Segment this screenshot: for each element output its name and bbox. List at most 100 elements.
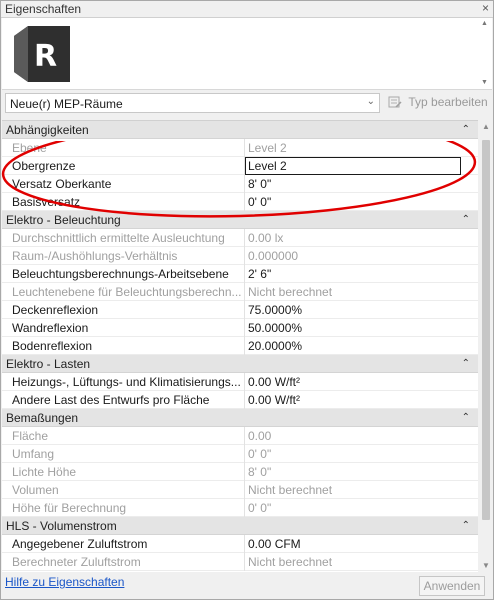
property-row[interactable]: Basisversatz 0' 0" [2, 193, 478, 211]
property-row: Lichte Höhe 8' 0" [2, 463, 478, 481]
property-value[interactable]: 50.0000% [248, 321, 302, 335]
property-value: 0' 0" [248, 501, 272, 515]
property-row: Raum-/Aushöhlungs-Verhältnis 0.000000 [2, 247, 478, 265]
property-value[interactable]: Level 2 [248, 159, 287, 173]
property-row[interactable]: Bodenreflexion 20.0000% [2, 337, 478, 355]
type-dropdown[interactable]: Neue(r) MEP-Räume ⌄ [5, 93, 380, 113]
collapse-icon[interactable]: ⌃ [462, 517, 470, 535]
property-row[interactable]: Obergrenze Level 2 [2, 157, 478, 175]
scroll-up-icon[interactable]: ▲ [481, 20, 488, 27]
property-value: Level 2 [248, 141, 287, 155]
collapse-icon[interactable]: ⌃ [462, 121, 470, 139]
property-value: 0.000000 [248, 249, 299, 263]
edit-type-button[interactable]: Typ bearbeiten [388, 94, 488, 112]
property-row: Berechneter Zuluftstrom Nicht berechnet [2, 553, 478, 571]
property-value[interactable]: 2' 6" [248, 267, 271, 281]
type-preview-scrollbar[interactable]: ▲ ▼ [480, 20, 490, 86]
group-header[interactable]: HLS - Volumenstrom ⌃ [2, 517, 478, 535]
collapse-icon[interactable]: ⌃ [462, 409, 470, 427]
property-row[interactable]: Andere Last des Entwurfs pro Fläche 0.00 … [2, 391, 478, 409]
property-row[interactable]: Deckenreflexion 75.0000% [2, 301, 478, 319]
column-divider [244, 427, 245, 445]
property-name: Bodenreflexion [12, 339, 93, 353]
group-header[interactable]: Elektro - Beleuchtung ⌃ [2, 211, 478, 229]
type-dropdown-value: Neue(r) MEP-Räume [10, 97, 123, 111]
property-row[interactable]: Angegebener Zuluftstrom 0.00 CFM [2, 535, 478, 553]
property-row: Volumen Nicht berechnet [2, 481, 478, 499]
property-name: Wandreflexion [12, 321, 89, 335]
scrollbar-thumb[interactable] [482, 140, 490, 520]
property-value: Nicht berechnet [248, 285, 333, 299]
column-divider [244, 175, 245, 193]
column-divider [244, 535, 245, 553]
property-name: Lichte Höhe [12, 465, 77, 479]
property-row: Ebene Level 2 [2, 139, 478, 157]
group-name: Bemaßungen [6, 411, 79, 425]
chevron-down-icon[interactable]: ⌄ [367, 96, 375, 107]
apply-button[interactable]: Anwenden [419, 576, 485, 596]
property-value: Nicht berechnet [248, 555, 333, 569]
scroll-down-icon[interactable]: ▼ [481, 79, 488, 86]
property-name: Durchschnittlich ermittelte Ausleuchtung [12, 231, 225, 245]
column-divider [244, 481, 245, 499]
close-icon[interactable]: × [482, 1, 489, 15]
property-value[interactable]: 0.00 W/ft² [248, 393, 300, 407]
property-value: Nicht berechnet [248, 483, 333, 497]
property-value[interactable]: 0.00 W/ft² [248, 375, 300, 389]
property-row: Umfang 0' 0" [2, 445, 478, 463]
properties-palette: Eigenschaften × R ▲ ▼ Neue(r) MEP-Räume … [0, 0, 494, 600]
property-value: 0.00 [248, 429, 272, 443]
property-row: Durchschnittlich ermittelte Ausleuchtung… [2, 229, 478, 247]
property-name: Raum-/Aushöhlungs-Verhältnis [12, 249, 178, 263]
property-row[interactable]: Heizungs-, Lüftungs- und Klimatisierungs… [2, 373, 478, 391]
property-row[interactable]: Beleuchtungsberechnungs-Arbeitsebene 2' 6… [2, 265, 478, 283]
property-row[interactable]: Wandreflexion 50.0000% [2, 319, 478, 337]
group-header[interactable]: Bemaßungen ⌃ [2, 409, 478, 427]
group-name: Elektro - Lasten [6, 357, 91, 371]
properties-grid: Abhängigkeiten ⌃ Ebene Level 2 Obergrenze Lev… [2, 120, 478, 572]
revit-logo-icon: R [14, 26, 70, 82]
property-value[interactable]: 20.0000% [248, 339, 302, 353]
property-value: 0' 0" [248, 447, 272, 461]
column-divider [244, 337, 245, 355]
property-value[interactable]: 8' 0" [248, 177, 271, 191]
column-divider [244, 391, 245, 409]
edit-type-label: Typ bearbeiten [408, 94, 488, 109]
property-name: Berechneter Zuluftstrom [12, 555, 141, 569]
help-link[interactable]: Hilfe zu Eigenschaften [5, 575, 124, 589]
property-name: Ebene [12, 141, 47, 155]
property-name: Höhe für Berechnung [12, 501, 127, 515]
column-divider [244, 193, 245, 211]
property-row[interactable]: Versatz Oberkante 8' 0" [2, 175, 478, 193]
column-divider [244, 301, 245, 319]
collapse-icon[interactable]: ⌃ [462, 355, 470, 373]
property-name: Deckenreflexion [12, 303, 99, 317]
column-divider [244, 553, 245, 571]
group-header[interactable]: Elektro - Lasten ⌃ [2, 355, 478, 373]
property-name: Heizungs-, Lüftungs- und Klimatisierungs… [12, 375, 241, 389]
group-header[interactable]: Abhängigkeiten ⌃ [2, 121, 478, 139]
column-divider [244, 445, 245, 463]
scroll-down-icon[interactable]: ▼ [482, 561, 490, 570]
scroll-up-icon[interactable]: ▲ [482, 122, 490, 131]
type-preview-area: R ▲ ▼ [2, 18, 492, 90]
column-divider [244, 139, 245, 157]
property-row: Höhe für Berechnung 0' 0" [2, 499, 478, 517]
property-value[interactable]: 75.0000% [248, 303, 302, 317]
property-name: Basisversatz [12, 195, 81, 209]
property-name: Obergrenze [12, 159, 76, 173]
collapse-icon[interactable]: ⌃ [462, 211, 470, 229]
properties-scrollbar[interactable]: ▲ ▼ [479, 120, 493, 572]
group-name: HLS - Volumenstrom [6, 519, 117, 533]
group-name: Elektro - Beleuchtung [6, 213, 121, 227]
property-value[interactable]: 0.00 CFM [248, 537, 301, 551]
property-value[interactable]: 0' 0" [248, 195, 271, 209]
property-name: Versatz Oberkante [12, 177, 112, 191]
property-name: Leuchtenebene für Beleuchtungsberechn... [12, 285, 242, 299]
property-value: 0.00 lx [248, 231, 284, 245]
property-row: Leuchtenebene für Beleuchtungsberechn...… [2, 283, 478, 301]
column-divider [244, 247, 245, 265]
property-value: 8' 0" [248, 465, 272, 479]
palette-title: Eigenschaften [5, 2, 82, 16]
column-divider [244, 283, 245, 301]
